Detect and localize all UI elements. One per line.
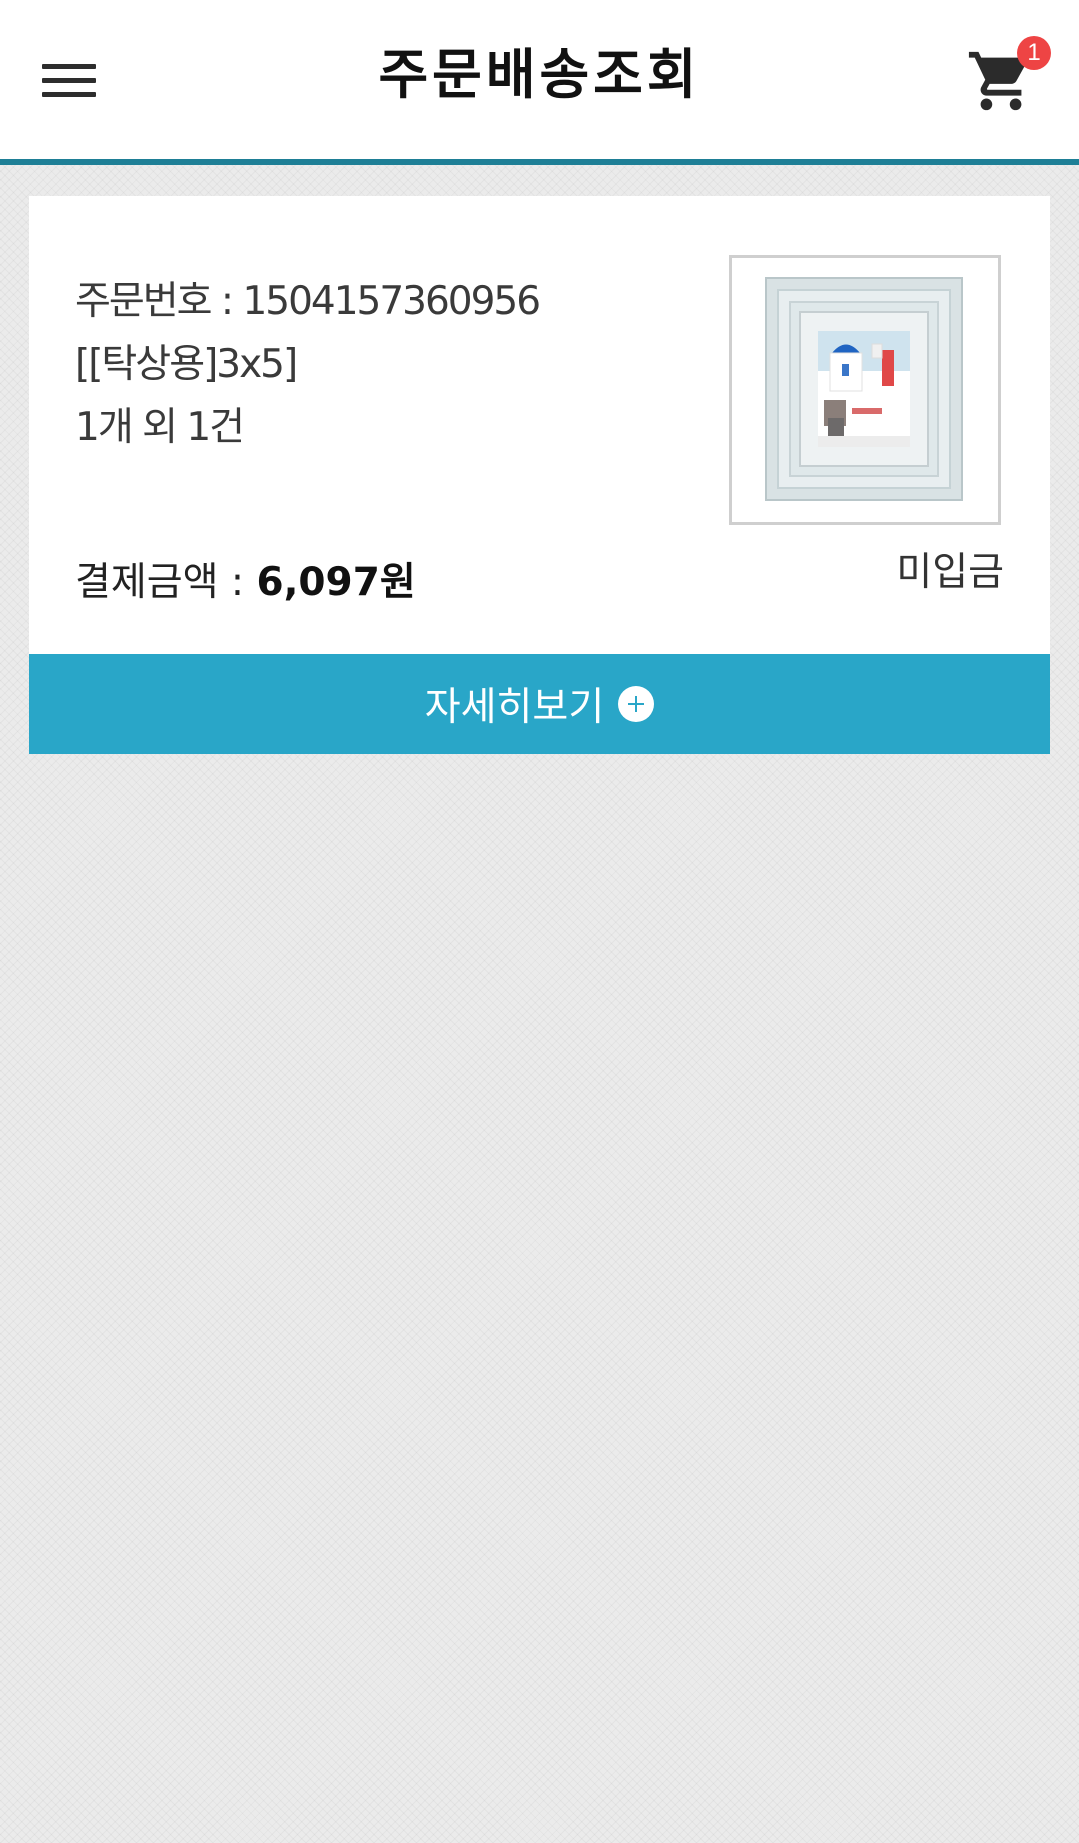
app-header: 주문배송조회 1 <box>0 0 1079 165</box>
product-name: [[탁상용]3x5] <box>75 342 298 387</box>
order-number: 주문번호 : 1504157360956 <box>75 279 541 324</box>
payment-status: 미입금 <box>896 550 1004 595</box>
payment-amount: 6,097원 <box>256 560 416 605</box>
view-details-label: 자세히보기 <box>424 685 605 730</box>
order-card: 주문번호 : 1504157360956 [[탁상용]3x5] 1개 외 1건 <box>29 196 1050 654</box>
quantity-text: 1개 외 1건 <box>75 405 245 450</box>
product-thumbnail[interactable] <box>729 255 1001 525</box>
order-info: 주문번호 : 1504157360956 [[탁상용]3x5] 1개 외 1건 <box>75 270 541 459</box>
cart-count-badge: 1 <box>1017 36 1051 70</box>
page-title: 주문배송조회 <box>378 43 701 106</box>
cart-button[interactable]: 1 <box>966 36 1052 120</box>
view-details-button[interactable]: 자세히보기 <box>29 654 1050 754</box>
payment-amount-row: 결제금액 : 6,097원 <box>75 558 416 608</box>
framed-photo-thumbnail <box>765 277 963 501</box>
plus-circle-icon <box>618 686 655 722</box>
payment-label: 결제금액 : <box>75 560 257 605</box>
